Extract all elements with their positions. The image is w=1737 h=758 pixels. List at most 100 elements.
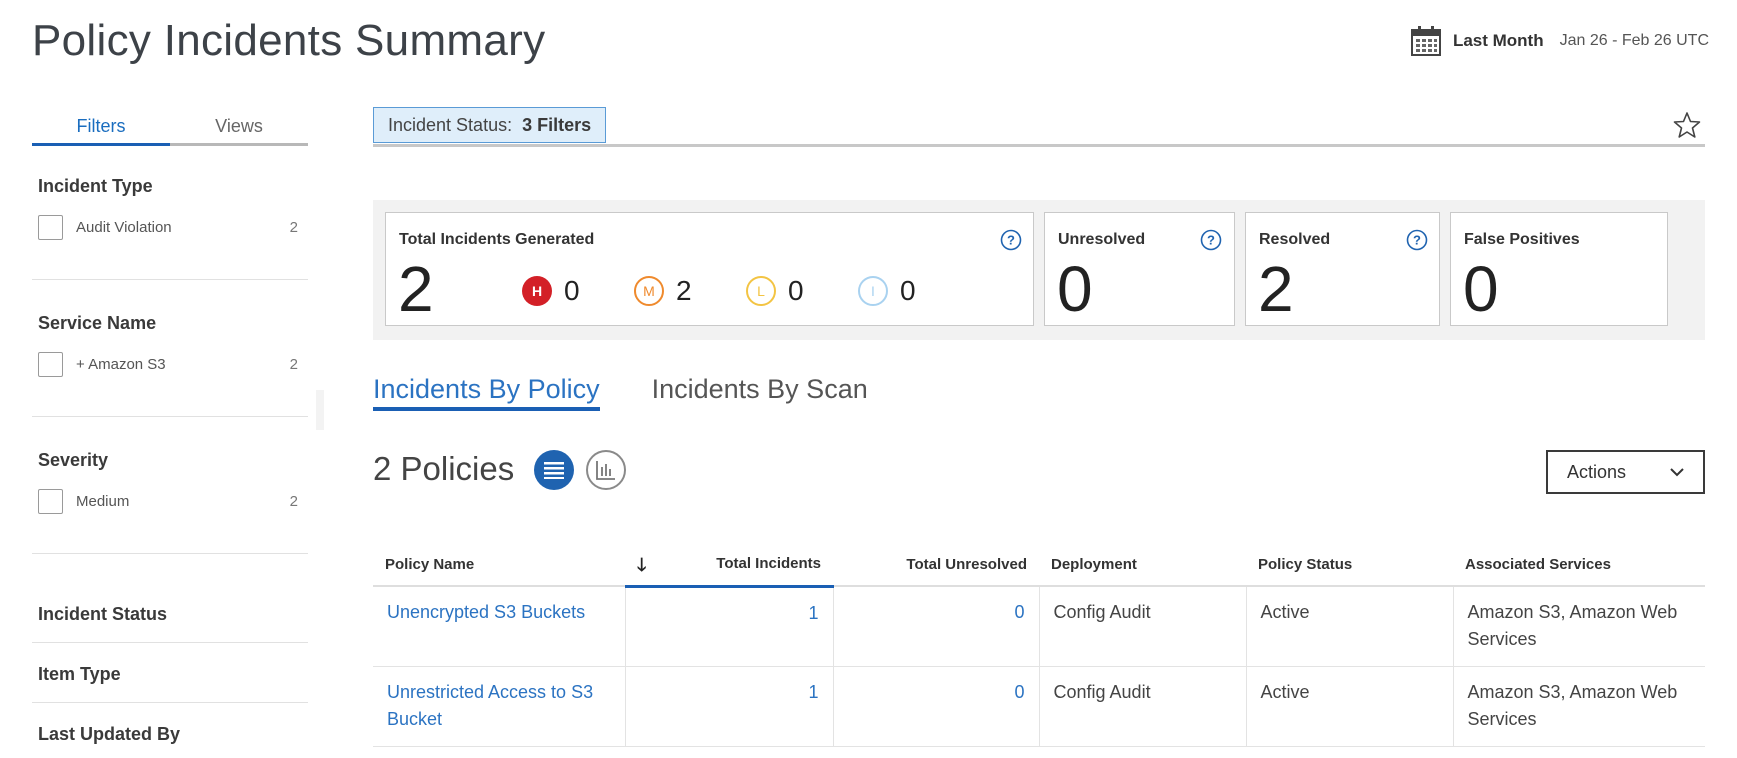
policy-link[interactable]: Unrestricted Access to S3 Bucket <box>387 682 593 729</box>
policy-status-cell: Active <box>1246 666 1454 747</box>
column-header-total-incidents[interactable]: 🡓 Total Incidents <box>625 543 833 588</box>
filter-group-last-updated-by[interactable]: Last Updated By <box>32 724 308 758</box>
total-unresolved-cell[interactable]: 0 <box>833 586 1040 667</box>
actions-label: Actions <box>1567 461 1627 482</box>
filter-option[interactable]: Audit Violation 2 <box>32 215 308 240</box>
star-icon[interactable] <box>1673 111 1701 139</box>
filter-option[interactable]: Medium 2 <box>32 489 308 514</box>
tab-views[interactable]: Views <box>170 116 308 146</box>
svg-text:?: ? <box>1207 233 1215 248</box>
policy-link[interactable]: Unencrypted S3 Buckets <box>387 602 585 622</box>
total-incidents-cell[interactable]: 1 <box>625 586 834 667</box>
filter-group-item-type[interactable]: Item Type <box>32 664 308 703</box>
tab-incidents-by-scan[interactable]: Incidents By Scan <box>652 374 868 411</box>
filter-option-count: 2 <box>289 219 298 236</box>
date-range-selector[interactable]: Last Month Jan 26 - Feb 26 UTC <box>1410 26 1709 56</box>
date-range-value: Jan 26 - Feb 26 UTC <box>1559 32 1709 49</box>
filter-group-title[interactable]: Last Updated By <box>32 724 308 745</box>
total-incidents-cell[interactable]: 1 <box>625 666 834 747</box>
date-range-label: Last Month <box>1452 31 1544 50</box>
policy-name-cell: Unrestricted Access to S3 Bucket <box>373 666 626 747</box>
chart-view-button[interactable] <box>586 450 626 490</box>
amazon-s3-checkbox[interactable] <box>38 352 63 377</box>
tab-filters[interactable]: Filters <box>32 116 170 146</box>
false-positives-card: False Positives 0 <box>1450 212 1668 326</box>
help-icon[interactable]: ? <box>1000 229 1022 251</box>
filter-group-title[interactable]: Severity <box>32 450 308 471</box>
filter-option-label: Medium <box>76 493 130 510</box>
help-icon[interactable]: ? <box>1200 229 1222 251</box>
table-row: Unencrypted S3 Buckets 1 0 Config Audit … <box>373 586 1705 667</box>
scrollbar[interactable] <box>316 390 324 430</box>
card-title: Unresolved <box>1058 231 1146 248</box>
list-icon <box>544 462 564 479</box>
filter-group-title[interactable]: Service Name <box>32 313 308 334</box>
policies-table: Policy Name 🡓 Total Incidents Total Unre… <box>373 543 1705 747</box>
severity-count: 0 <box>564 275 580 306</box>
filter-group-title[interactable]: Incident Type <box>32 176 308 197</box>
policies-count: 2 Policies <box>373 450 515 487</box>
severity-count: 2 <box>676 275 692 306</box>
total-incidents-card: Total Incidents Generated ? 2 H 0 M 2 L … <box>385 212 1034 326</box>
page-title: Policy Incidents Summary <box>32 16 546 65</box>
filter-group-service-name: Service Name + Amazon S3 2 <box>32 313 308 417</box>
summary-panel: Total Incidents Generated ? 2 H 0 M 2 L … <box>373 200 1705 340</box>
unresolved-card: Unresolved ? 0 <box>1044 212 1235 326</box>
svg-text:?: ? <box>1007 233 1015 248</box>
list-view-button[interactable] <box>534 450 574 490</box>
column-header-associated-services[interactable]: Associated Services <box>1453 543 1705 587</box>
filter-option-label[interactable]: + Amazon S3 <box>76 356 290 373</box>
policy-status-cell: Active <box>1246 586 1454 667</box>
filter-group-title[interactable]: Incident Status <box>32 604 308 625</box>
medium-severity-icon: M <box>634 276 664 306</box>
filter-chip-label: Incident Status: <box>388 114 513 135</box>
medium-checkbox[interactable] <box>38 489 63 514</box>
help-icon[interactable]: ? <box>1406 229 1428 251</box>
severity-high: H 0 <box>522 275 580 307</box>
tab-incidents-by-policy[interactable]: Incidents By Policy <box>373 374 600 411</box>
bar-chart-icon <box>596 461 615 480</box>
content-tabs: Incidents By Policy Incidents By Scan <box>373 374 868 411</box>
column-header-policy-status[interactable]: Policy Status <box>1246 543 1453 587</box>
deployment-cell: Config Audit <box>1039 586 1247 667</box>
column-header-label: Total Incidents <box>716 555 821 573</box>
policy-name-cell: Unencrypted S3 Buckets <box>373 586 626 667</box>
table-row: Unrestricted Access to S3 Bucket 1 0 Con… <box>373 666 1705 747</box>
card-title: False Positives <box>1464 231 1580 248</box>
incident-status-filter-chip[interactable]: Incident Status: 3 Filters <box>373 107 607 143</box>
severity-count: 0 <box>788 275 804 306</box>
total-unresolved-cell[interactable]: 0 <box>833 666 1040 747</box>
severity-low: L 0 <box>746 275 804 307</box>
associated-services-cell: Amazon S3, Amazon Web Services <box>1453 666 1705 747</box>
card-title: Resolved <box>1259 231 1331 248</box>
filter-option-count: 2 <box>289 356 298 373</box>
card-title: Total Incidents Generated <box>399 231 595 248</box>
filter-group-severity: Severity Medium 2 <box>32 450 308 554</box>
unresolved-value: 0 <box>1057 253 1093 325</box>
audit-violation-checkbox[interactable] <box>38 215 63 240</box>
column-header-total-unresolved[interactable]: Total Unresolved <box>833 543 1039 587</box>
severity-count: 0 <box>900 275 916 306</box>
resolved-card: Resolved ? 2 <box>1245 212 1440 326</box>
low-severity-icon: L <box>746 276 776 306</box>
sidebar-tabs: Filters Views <box>32 116 308 146</box>
filter-group-title[interactable]: Item Type <box>32 664 308 685</box>
filter-chip-value: 3 Filters <box>522 114 592 135</box>
column-header-deployment[interactable]: Deployment <box>1039 543 1246 587</box>
filter-option-label: Audit Violation <box>76 219 172 236</box>
sort-down-icon[interactable]: 🡓 <box>637 553 646 583</box>
severity-medium: M 2 <box>634 275 692 307</box>
deployment-cell: Config Audit <box>1039 666 1247 747</box>
resolved-value: 2 <box>1258 253 1294 325</box>
filter-bar: Incident Status: 3 Filters <box>373 107 1705 147</box>
svg-text:?: ? <box>1413 233 1421 248</box>
table-header-row: Policy Name 🡓 Total Incidents Total Unre… <box>373 543 1705 588</box>
actions-dropdown[interactable]: Actions <box>1546 450 1705 494</box>
chevron-down-icon <box>1670 468 1684 477</box>
filter-group-incident-status[interactable]: Incident Status <box>32 604 308 643</box>
filter-group-incident-type: Incident Type Audit Violation 2 <box>32 176 308 280</box>
filter-option[interactable]: + Amazon S3 2 <box>32 352 308 377</box>
column-header-policy-name[interactable]: Policy Name <box>373 543 625 587</box>
high-severity-icon: H <box>522 276 552 306</box>
severity-info: I 0 <box>858 275 916 307</box>
